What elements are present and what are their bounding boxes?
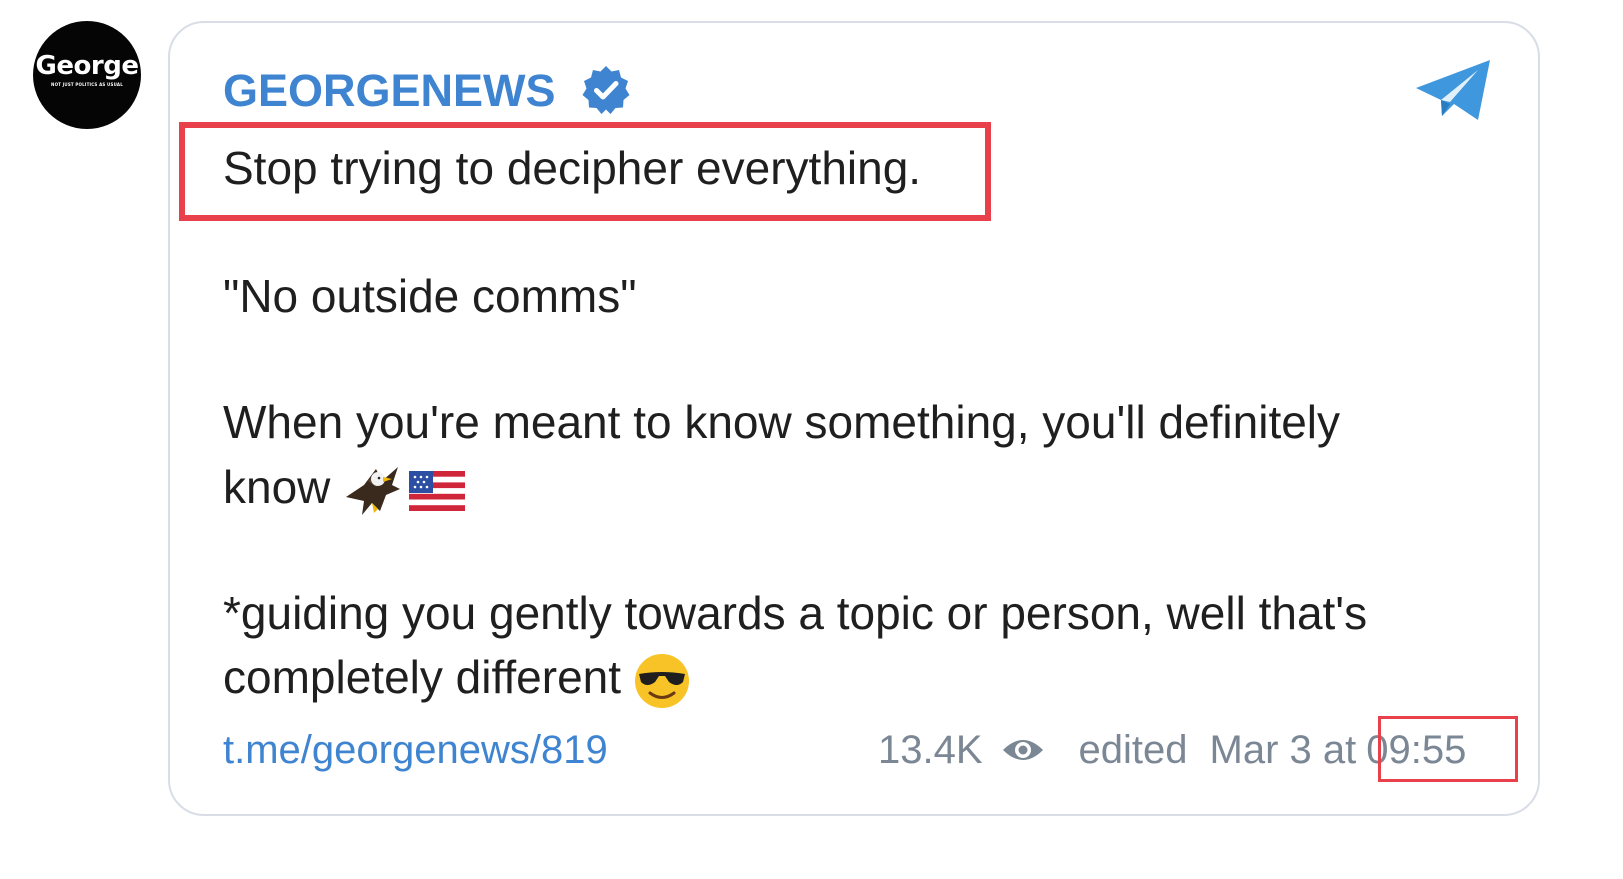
highlight-box-first-line [179, 122, 991, 221]
message-line-4-wrapper: know [223, 455, 466, 519]
views-count: 13.4K [878, 727, 983, 772]
message-line-2: "No outside comms" [223, 270, 637, 322]
message-line-5: *guiding you gently towards a topic or p… [223, 587, 1368, 639]
message-line-4: know [223, 461, 331, 513]
avatar-logo-tagline: NOT JUST POLITICS AS USUAL [51, 82, 123, 87]
us-flag-emoji [409, 470, 466, 511]
edited-label: edited [1078, 727, 1188, 772]
eagle-emoji [346, 466, 401, 515]
telegram-icon [1416, 60, 1490, 120]
eye-icon [1002, 740, 1043, 760]
message-line-6: completely different [223, 651, 622, 703]
avatar-logo-text: George [35, 51, 139, 81]
post-link[interactable]: t.me/georgenews/819 [223, 722, 608, 778]
channel-name[interactable]: GEORGENEWS [223, 68, 556, 113]
channel-avatar[interactable]: George NOT JUST POLITICS AS USUAL [33, 21, 141, 129]
post-date: Mar 3 at [1209, 727, 1357, 772]
sunglasses-emoji [635, 653, 690, 708]
channel-header: GEORGENEWS [223, 62, 632, 118]
highlight-box-time [1378, 716, 1518, 782]
verified-badge-icon [582, 66, 630, 114]
message-line-3: When you're meant to know something, you… [223, 396, 1341, 448]
message-line-6-wrapper: completely different [223, 645, 691, 710]
